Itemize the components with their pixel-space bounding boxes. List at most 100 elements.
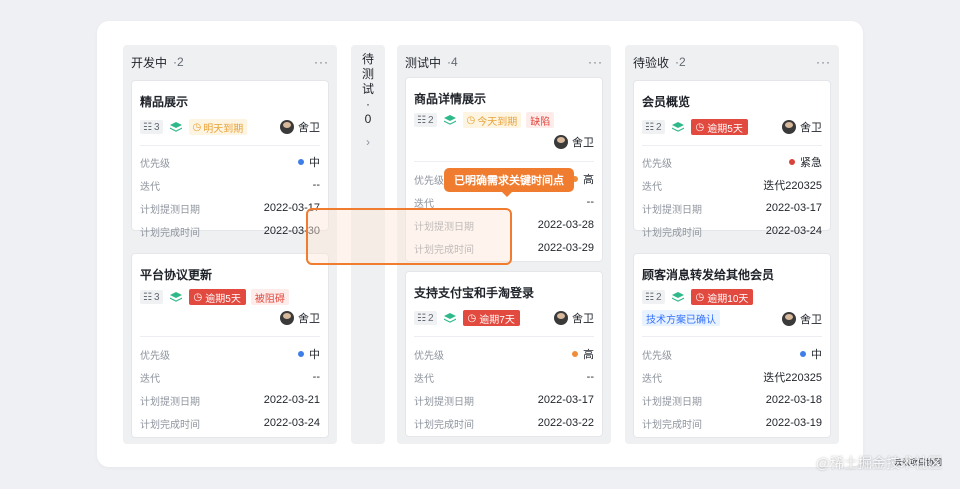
work-item-card[interactable]: 支持支付宝和手淘登录 ☷ 2 ◷ 逾期7天 舍卫 优先级高 迭代 -- 计划提测日期 2… bbox=[405, 271, 603, 437]
chevron-right-icon[interactable]: › bbox=[366, 135, 370, 150]
subtask-count: ☷ 2 bbox=[414, 311, 437, 325]
overdue-badge: ◷ 逾期5天 bbox=[188, 289, 246, 305]
divider bbox=[140, 336, 320, 337]
priority-dot-icon bbox=[298, 351, 304, 357]
card-title: 平台协议更新 bbox=[140, 268, 213, 282]
card-title: 商品详情展示 bbox=[414, 92, 487, 106]
card-title: 支持支付宝和手淘登录 bbox=[414, 286, 535, 300]
layers-icon bbox=[168, 120, 184, 134]
work-item-card[interactable]: 精品展示 ☷ 3 ◷ 明天到期 舍卫 优先级中 迭代 -- 计划提测日期 2022-03… bbox=[131, 80, 329, 239]
subtask-count: ☷ 3 bbox=[140, 120, 163, 134]
overdue-badge: ◷ 逾期10天 bbox=[690, 289, 754, 305]
iteration-value: 迭代220325 bbox=[763, 180, 822, 192]
avatar bbox=[554, 311, 568, 325]
test-date-value: 2022-03-17 bbox=[765, 202, 822, 214]
divider bbox=[140, 145, 320, 146]
assignee[interactable]: 舍卫 bbox=[782, 311, 822, 327]
column-header: 测试中 ·4 ··· bbox=[397, 45, 611, 79]
clock-icon: ◷ bbox=[695, 121, 705, 133]
column-count: ·2 bbox=[173, 55, 184, 69]
divider bbox=[642, 145, 822, 146]
subtask-count: ☷ 2 bbox=[642, 120, 665, 134]
priority-value: 高 bbox=[572, 346, 594, 362]
card-title: 会员概览 bbox=[642, 95, 691, 109]
test-date-value: 2022-03-28 bbox=[537, 219, 594, 231]
layers-icon bbox=[168, 290, 184, 304]
layers-icon bbox=[442, 311, 458, 325]
subtask-icon: ☷ bbox=[417, 114, 426, 126]
subtask-icon: ☷ bbox=[417, 312, 426, 324]
priority-value: 高 bbox=[572, 171, 594, 187]
column-header: 开发中 ·2 ··· bbox=[123, 45, 337, 79]
avatar bbox=[782, 312, 796, 326]
assignee[interactable]: 舍卫 bbox=[554, 134, 594, 150]
assignee[interactable]: 舍卫 bbox=[554, 310, 594, 326]
iteration-value: -- bbox=[312, 371, 320, 383]
iteration-value: -- bbox=[312, 179, 320, 191]
priority-value: 中 bbox=[298, 346, 320, 362]
annotation-tooltip: 已明确需求关键时间点 bbox=[444, 168, 574, 197]
test-date-value: 2022-03-17 bbox=[537, 394, 594, 406]
done-date-value: 2022-03-19 bbox=[765, 417, 822, 429]
column-title: 待验收 bbox=[633, 55, 670, 70]
done-date-value: 2022-03-29 bbox=[537, 242, 594, 254]
priority-dot-icon bbox=[800, 351, 806, 357]
assignee[interactable]: 舍卫 bbox=[782, 119, 822, 135]
subtask-icon: ☷ bbox=[143, 291, 152, 303]
divider bbox=[642, 336, 822, 337]
blocked-tag: 被阻碍 bbox=[250, 289, 289, 305]
key-dates-highlight bbox=[306, 208, 512, 265]
clock-icon: ◷ bbox=[466, 114, 476, 126]
column-title: 测试中 bbox=[405, 55, 442, 70]
test-date-value: 2022-03-21 bbox=[263, 394, 320, 406]
avatar bbox=[782, 120, 796, 134]
priority-value: 中 bbox=[298, 154, 320, 170]
clock-icon: ◷ bbox=[192, 121, 202, 133]
subtask-count: ☷ 2 bbox=[414, 113, 437, 127]
more-icon[interactable]: ··· bbox=[314, 56, 329, 68]
work-item-card[interactable]: 会员概览 ☷ 2 ◷ 逾期5天 舍卫 优先级 紧急 迭代 迭代220325 计划提测日期… bbox=[633, 80, 831, 239]
priority-value: 紧急 bbox=[789, 154, 822, 170]
overdue-badge: ◷ 逾期5天 bbox=[690, 119, 748, 135]
priority-dot-icon bbox=[298, 159, 304, 165]
iteration-value: -- bbox=[586, 371, 594, 383]
iteration-value: -- bbox=[586, 196, 594, 208]
column-count: ·2 bbox=[675, 55, 686, 69]
subtask-icon: ☷ bbox=[645, 291, 654, 303]
subtask-count: ☷ 3 bbox=[140, 290, 163, 304]
clock-icon: ◷ bbox=[695, 291, 705, 303]
more-icon[interactable]: ··· bbox=[816, 56, 831, 68]
column-title: 开发中 bbox=[131, 55, 168, 70]
priority-value: 中 bbox=[800, 346, 822, 362]
column-count: ·4 bbox=[447, 55, 458, 69]
assignee[interactable]: 舍卫 bbox=[280, 119, 320, 135]
subtask-count: ☷ 2 bbox=[642, 290, 665, 304]
field-label: 优先级 bbox=[140, 158, 170, 170]
test-date-value: 2022-03-18 bbox=[765, 394, 822, 406]
done-date-value: 2022-03-24 bbox=[263, 417, 320, 429]
more-icon[interactable]: ··· bbox=[588, 56, 603, 68]
layers-icon bbox=[442, 113, 458, 127]
avatar bbox=[280, 311, 294, 325]
iteration-value: 迭代220325 bbox=[763, 372, 822, 384]
due-date-badge: ◷ 今天到期 bbox=[462, 112, 522, 128]
avatar bbox=[280, 120, 294, 134]
column-in-development: 开发中 ·2 ··· 精品展示 ☷ 3 ◷ 明天到期 舍卫 优先级中 迭代 -- 计划… bbox=[123, 45, 337, 444]
divider bbox=[414, 336, 594, 337]
subtask-icon: ☷ bbox=[143, 121, 152, 133]
work-item-card[interactable]: 平台协议更新 ☷ 3 ◷ 逾期5天 被阻碍 舍卫 优先级中 迭代 -- 计划提测日期 2… bbox=[131, 253, 329, 438]
work-item-card[interactable]: 顾客消息转发给其他会员 ☷ 2 ◷ 逾期10天 技术方案已确认 舍卫 优先级中 迭代… bbox=[633, 253, 831, 438]
avatar bbox=[554, 135, 568, 149]
watermark: @稀土掘金技术社区 bbox=[815, 455, 942, 471]
subtask-icon: ☷ bbox=[645, 121, 654, 133]
layers-icon bbox=[670, 290, 686, 304]
clock-icon: ◷ bbox=[467, 312, 477, 324]
done-date-value: 2022-03-24 bbox=[765, 225, 822, 237]
layers-icon bbox=[670, 120, 686, 134]
card-title: 精品展示 bbox=[140, 95, 189, 109]
assignee[interactable]: 舍卫 bbox=[280, 310, 320, 326]
card-title: 顾客消息转发给其他会员 bbox=[642, 268, 775, 282]
tech-plan-confirmed-tag: 技术方案已确认 bbox=[642, 310, 720, 326]
defect-tag: 缺陷 bbox=[526, 112, 555, 128]
divider bbox=[414, 161, 594, 162]
